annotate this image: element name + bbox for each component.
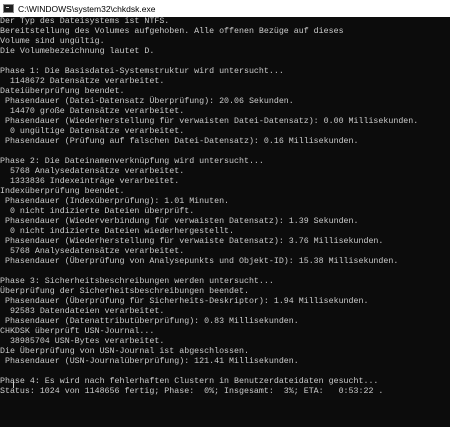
console-line: Phase 1: Die Basisdatei-Systemstruktur w… (0, 67, 284, 76)
console-line: 1148672 Datensätze verarbeitet. (0, 77, 165, 86)
console-line: Phasendauer (Wiederherstellung für verwa… (0, 117, 419, 126)
console-line: Status: 1024 von 1148656 fertig; Phase: … (0, 387, 384, 396)
console-line: Phase 3: Sicherheitsbeschreibungen werde… (0, 277, 274, 286)
console-line: Phasendauer (Wiederherstellung für verwa… (0, 237, 384, 246)
console-line: 1333836 Indexeinträge verarbeitet. (0, 177, 180, 186)
console-line: Phase 4: Es wird nach fehlerhaften Clust… (0, 377, 379, 386)
console-line: 5768 Analysedatensätze verarbeitet. (0, 167, 185, 176)
console-line: Volume sind ungültig. (0, 37, 105, 46)
console-line: Dateiüberprüfung beendet. (0, 87, 125, 96)
console-line: Indexüberprüfung beendet. (0, 187, 125, 196)
console-line: Überprüfung der Sicherheitsbeschreibunge… (0, 287, 249, 296)
console-line: 0 nicht indizierte Dateien wiederhergest… (0, 227, 235, 236)
console-output: Der Typ des Dateisystems ist NTFS. Bereit… (0, 17, 450, 427)
console-line: Phasendauer (Indexüberprüfung): 1.01 Min… (0, 197, 230, 206)
console-line: CHKDSK überprüft USN-Journal... (0, 327, 155, 336)
console-line: Phase 2: Die Dateinamenverknüpfung wird … (0, 157, 264, 166)
console-line: 0 nicht indizierte Dateien überprüft. (0, 207, 195, 216)
text-cursor (13, 381, 14, 388)
window-titlebar[interactable]: C:\WINDOWS\system32\chkdsk.exe (0, 0, 450, 17)
console-line: 14470 große Datensätze verarbeitet. (0, 107, 185, 116)
console-line: Der Typ des Dateisystems ist NTFS. (0, 17, 170, 26)
console-line: 92583 Datendateien verarbeitet. (0, 307, 165, 316)
console-line: Bereitstellung des Volumes aufgehoben. A… (0, 27, 344, 36)
console-line: 38985704 USN-Bytes verarbeitet. (0, 337, 165, 346)
console-line: 0 ungültige Datensätze verarbeitet. (0, 127, 185, 136)
console-line: Phasendauer (Prüfung auf falschen Datei-… (0, 137, 359, 146)
console-line: Die Volumebezeichnung lautet D. (0, 47, 155, 56)
console-line: Phasendauer (Datenattributüberprüfung): … (0, 317, 299, 326)
console-line: Phasendauer (Wiederverbindung für verwai… (0, 217, 359, 226)
console-line: Phasendauer (Überprüfung für Sicherheits… (0, 297, 369, 306)
console-line: Phasendauer (USN-Journalüberprüfung): 12… (0, 357, 299, 366)
console-line: Phasendauer (Überprüfung von Analysepunk… (0, 257, 399, 266)
window-title: C:\WINDOWS\system32\chkdsk.exe (18, 3, 156, 14)
console-app-icon (3, 4, 14, 13)
console-line: Phasendauer (Datei-Datensatz Überprüfung… (0, 97, 294, 106)
console-line: 5768 Analysedatensätze verarbeitet. (0, 247, 185, 256)
console-line: Die Überprüfung von USN-Journal ist abge… (0, 347, 249, 356)
